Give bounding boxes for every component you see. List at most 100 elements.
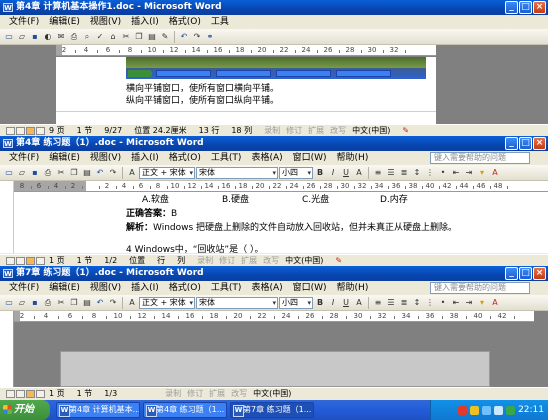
volume-icon[interactable] (494, 405, 504, 415)
numbering-icon[interactable]: ⋮ (424, 167, 436, 179)
start-button[interactable]: 开始 (0, 400, 50, 420)
cut-icon[interactable]: ✂ (55, 297, 67, 309)
taskbar-button[interactable]: 第4章 计算机基本... (56, 402, 140, 418)
title-bar[interactable]: W 第7章 练习题（1）.doc - Microsoft Word _ □ × (0, 266, 548, 281)
status-ovr[interactable]: 改写 (263, 255, 279, 267)
status-ext[interactable]: 扩展 (209, 388, 225, 400)
menu-help[interactable]: 帮助(H) (332, 281, 374, 295)
menu-tools[interactable]: 工具(T) (206, 151, 247, 165)
document-area[interactable]: 2 4 6 8 10 12 14 16 18 20 22 24 26 28 30 32 34 36 38 40 42 (0, 311, 548, 387)
status-ext[interactable]: 扩展 (308, 125, 324, 137)
maximize-button[interactable]: □ (519, 1, 532, 14)
horizontal-ruler[interactable]: 2 4 6 8 10 12 14 16 18 20 22 24 26 28 30 32 34 36 38 40 42 (14, 311, 534, 322)
help-search-input[interactable]: 键入需要帮助的问题 (430, 282, 530, 294)
help-search-input[interactable]: 键入需要帮助的问题 (430, 152, 530, 164)
style-select[interactable]: 正文 + 宋体 (139, 166, 195, 179)
option-a[interactable]: A.软盘 (142, 195, 169, 206)
taskbar-button[interactable]: 第4章 练习题（1... (143, 402, 227, 418)
clock[interactable]: 22:11 (518, 405, 544, 415)
horizontal-ruler[interactable]: 2 4 6 8 10 12 14 16 18 20 22 24 26 28 30 32 (56, 45, 436, 56)
font-size-select[interactable]: 小四 (279, 296, 313, 309)
title-bar[interactable]: W 第4章 计算机基本操作1.doc - Microsoft Word _ □ … (0, 0, 548, 15)
menu-tools[interactable]: 工具 (206, 15, 234, 29)
numbering-icon[interactable]: ⋮ (424, 297, 436, 309)
menu-view[interactable]: 视图(V) (85, 151, 126, 165)
paste-icon[interactable]: ▤ (146, 31, 158, 43)
normal-view-button[interactable] (6, 256, 15, 265)
status-rec[interactable]: 录制 (197, 255, 213, 267)
menu-file[interactable]: 文件(F) (4, 15, 44, 29)
menu-insert[interactable]: 插入(I) (126, 151, 164, 165)
align-right-icon[interactable]: ≣ (398, 297, 410, 309)
new-icon[interactable]: ▭ (3, 167, 15, 179)
analysis-line[interactable]: 解析：Windows 把硬盘上删除的文件自动放入回收站，但并未真正从硬盘上删除。 (126, 223, 457, 234)
print-preview-icon[interactable]: ⌕ (81, 31, 93, 43)
line-spacing-icon[interactable]: ↕ (411, 297, 423, 309)
menu-help[interactable]: 帮助(H) (332, 151, 374, 165)
undo-icon[interactable]: ↶ (94, 167, 106, 179)
paste-icon[interactable]: ▤ (81, 297, 93, 309)
bold-icon[interactable]: B (314, 297, 326, 309)
highlight-icon[interactable]: ▾ (476, 297, 488, 309)
copy-icon[interactable]: ❐ (133, 31, 145, 43)
font-select[interactable]: 宋体 (196, 296, 278, 309)
cut-icon[interactable]: ✂ (120, 31, 132, 43)
menu-view[interactable]: 视图(V) (85, 281, 126, 295)
normal-view-button[interactable] (6, 126, 15, 135)
option-d[interactable]: D.内存 (380, 195, 408, 206)
status-trk[interactable]: 修订 (219, 255, 235, 267)
align-justify-icon[interactable]: ≡ (372, 167, 384, 179)
char-border-icon[interactable]: A (353, 167, 365, 179)
status-rec[interactable]: 录制 (264, 125, 280, 137)
security-icon[interactable] (506, 405, 516, 415)
network-icon[interactable] (482, 405, 492, 415)
option-b[interactable]: B.硬盘 (222, 195, 249, 206)
menu-edit[interactable]: 编辑(E) (44, 151, 85, 165)
copy-icon[interactable]: ❐ (68, 297, 80, 309)
document-line[interactable]: 纵向平铺窗口，使所有窗口纵向平铺。 (126, 96, 279, 107)
menu-insert[interactable]: 插入(I) (126, 15, 164, 29)
underline-icon[interactable]: U (340, 167, 352, 179)
font-size-select[interactable]: 小四 (279, 166, 313, 179)
research-icon[interactable]: ⌂ (107, 31, 119, 43)
styles-pane-icon[interactable]: A (126, 167, 138, 179)
align-right-icon[interactable]: ≣ (398, 167, 410, 179)
undo-icon[interactable]: ↶ (94, 297, 106, 309)
align-justify-icon[interactable]: ≡ (372, 297, 384, 309)
paste-icon[interactable]: ▤ (81, 167, 93, 179)
close-button[interactable]: × (533, 267, 546, 280)
save-icon[interactable]: ▪ (29, 297, 41, 309)
increase-indent-icon[interactable]: ⇥ (463, 297, 475, 309)
antivirus-icon[interactable] (470, 405, 480, 415)
save-icon[interactable]: ▪ (29, 31, 41, 43)
save-icon[interactable]: ▪ (29, 167, 41, 179)
italic-icon[interactable]: I (327, 167, 339, 179)
vertical-ruler[interactable] (0, 181, 14, 253)
maximize-button[interactable]: □ (519, 267, 532, 280)
menu-format[interactable]: 格式(O) (164, 15, 206, 29)
maximize-button[interactable]: □ (519, 137, 532, 150)
styles-pane-icon[interactable]: A (126, 297, 138, 309)
print-layout-button[interactable] (26, 389, 35, 398)
status-ext[interactable]: 扩展 (241, 255, 257, 267)
bullets-icon[interactable]: • (437, 167, 449, 179)
menu-tools[interactable]: 工具(T) (206, 281, 247, 295)
next-question-line[interactable]: 4 Windows中，“回收站”是（ ）。 (126, 245, 263, 253)
close-button[interactable]: × (533, 1, 546, 14)
document-line[interactable]: 横向平铺窗口，使所有窗口横向平铺。 (126, 84, 279, 95)
close-button[interactable]: × (533, 137, 546, 150)
taskbar-button[interactable]: 第7章 练习题（1... (230, 402, 314, 418)
style-select[interactable]: 正文 + 宋体 (139, 296, 195, 309)
status-trk[interactable]: 修订 (187, 388, 203, 400)
status-ovr[interactable]: 改写 (330, 125, 346, 137)
align-center-icon[interactable]: ☰ (385, 167, 397, 179)
redo-icon[interactable]: ↷ (191, 31, 203, 43)
status-trk[interactable]: 修订 (286, 125, 302, 137)
input-method-icon[interactable] (458, 405, 468, 415)
permission-icon[interactable]: ◐ (42, 31, 54, 43)
line-spacing-icon[interactable]: ↕ (411, 167, 423, 179)
open-icon[interactable]: ▱ (16, 167, 28, 179)
title-bar[interactable]: W 第4章 练习题（1）.doc - Microsoft Word _ □ × (0, 136, 548, 151)
menu-edit[interactable]: 编辑(E) (44, 281, 85, 295)
document-page[interactable]: 横向平铺窗口，使所有窗口横向平铺。 纵向平铺窗口，使所有窗口纵向平铺。 (56, 57, 436, 124)
